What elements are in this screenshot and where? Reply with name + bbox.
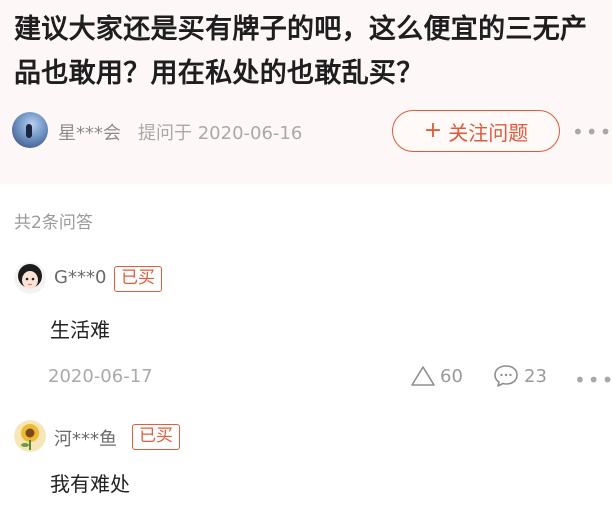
sunflower-avatar[interactable]	[14, 420, 46, 452]
comment-bubble-icon	[494, 365, 518, 387]
question-header: 建议大家还是买有牌子的吧，这么便宜的三无产品也敢用？用在私处的也敢乱买？ 星**…	[0, 0, 612, 184]
qa-page: 建议大家还是买有牌子的吧，这么便宜的三无产品也敢用？用在私处的也敢乱买？ 星**…	[0, 0, 612, 505]
cartoon-girl-avatar[interactable]	[14, 262, 46, 294]
more-horizontal-icon[interactable]: •••	[574, 370, 612, 390]
question-title: 建议大家还是买有牌子的吧，这么便宜的三无产品也敢用？用在私处的也敢乱买？	[14, 14, 588, 89]
like-stat[interactable]: 60	[410, 362, 463, 390]
answer-text: 我有难处	[50, 472, 130, 496]
answer-header: G***0 已买	[14, 262, 414, 298]
comment-count: 23	[524, 365, 547, 387]
plus-icon: +	[423, 118, 443, 143]
comment-stat[interactable]: 23	[492, 362, 547, 390]
bought-badge: 已买	[132, 424, 180, 450]
answer-count: 共2条问答	[14, 213, 93, 233]
asker-name[interactable]: 星***会	[58, 119, 121, 145]
follow-question-label: 关注问题	[448, 120, 529, 145]
like-triangle-icon	[411, 366, 435, 386]
follow-question-button[interactable]: + 关注问题	[392, 110, 560, 152]
answer-text: 生活难	[50, 318, 110, 342]
asker-avatar[interactable]	[12, 112, 48, 148]
answer-header: 河***鱼 已买	[14, 420, 414, 456]
answer-user-name[interactable]: G***0	[54, 267, 106, 288]
like-count: 60	[440, 365, 463, 387]
asked-date: 提问于 2020-06-16	[138, 123, 303, 144]
asker-row: 星***会 提问于 2020-06-16 + 关注问题 •••	[12, 110, 611, 154]
bought-badge: 已买	[114, 266, 162, 292]
more-horizontal-icon[interactable]: •••	[572, 122, 612, 142]
answer-date: 2020-06-17	[48, 366, 153, 387]
answer-user-name[interactable]: 河***鱼	[54, 425, 117, 451]
